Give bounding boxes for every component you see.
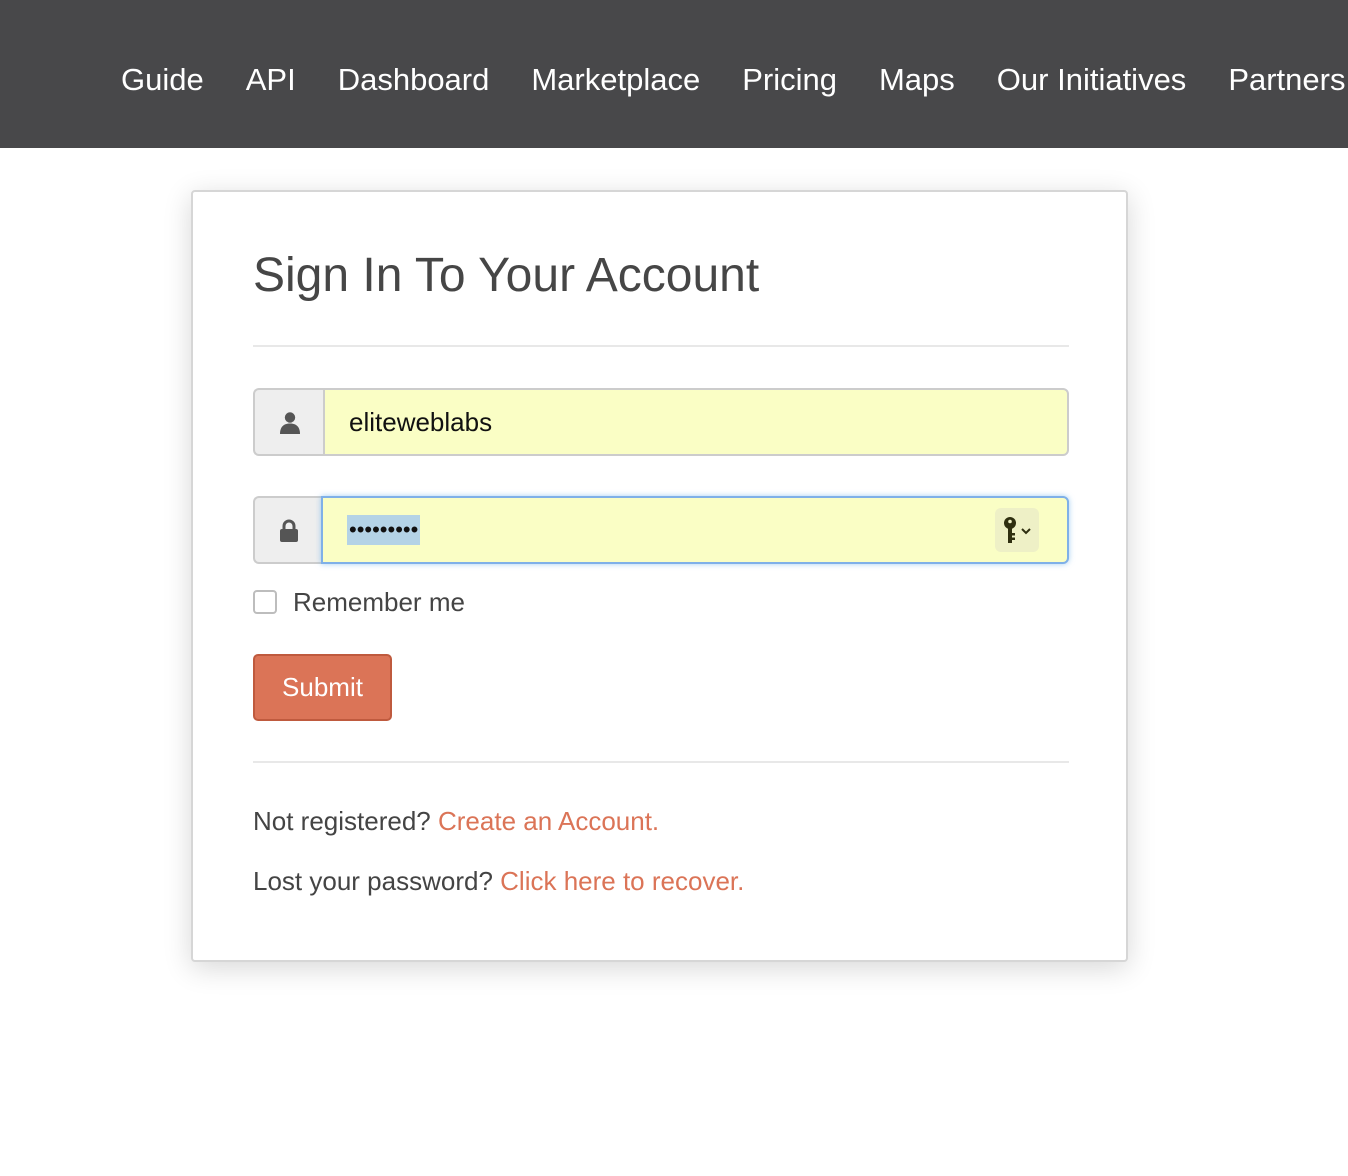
- remember-me-label[interactable]: Remember me: [293, 587, 465, 618]
- nav-item-our-initiatives[interactable]: Our Initiatives: [976, 0, 1208, 148]
- page-title: Sign In To Your Account: [253, 249, 760, 302]
- password-manager-button[interactable]: [995, 508, 1039, 552]
- password-field[interactable]: •••••••••: [321, 496, 1069, 564]
- form-divider: [253, 761, 1069, 763]
- lock-icon: [280, 519, 298, 542]
- username-input-group: [253, 388, 1069, 456]
- password-masked-value: •••••••••: [347, 515, 421, 545]
- title-divider: [253, 345, 1069, 347]
- password-addon: [253, 496, 323, 564]
- nav-item-partners[interactable]: Partners: [1207, 0, 1348, 148]
- username-addon: [253, 388, 323, 456]
- sign-in-card: Sign In To Your Account •••••••••: [191, 190, 1128, 962]
- password-input-group: •••••••••: [253, 496, 1069, 564]
- register-line: Not registered? Create an Account.: [253, 806, 659, 837]
- create-account-link[interactable]: Create an Account.: [438, 806, 659, 836]
- recover-line: Lost your password? Click here to recove…: [253, 866, 744, 897]
- register-prompt: Not registered?: [253, 806, 431, 836]
- key-icon: [1004, 517, 1031, 543]
- nav-item-api[interactable]: API: [225, 0, 317, 148]
- recover-prompt: Lost your password?: [253, 866, 493, 896]
- nav-item-marketplace[interactable]: Marketplace: [510, 0, 721, 148]
- remember-me-checkbox[interactable]: [253, 590, 277, 614]
- user-icon: [280, 412, 300, 434]
- top-navigation-bar: Guide API Dashboard Marketplace Pricing Maps O…: [0, 0, 1348, 148]
- nav-item-dashboard[interactable]: Dashboard: [317, 0, 511, 148]
- nav-item-pricing[interactable]: Pricing: [721, 0, 858, 148]
- username-field[interactable]: [323, 388, 1069, 456]
- submit-button[interactable]: Submit: [253, 654, 392, 721]
- nav-item-maps[interactable]: Maps: [858, 0, 976, 148]
- nav-menu: Guide API Dashboard Marketplace Pricing Maps O…: [100, 0, 1348, 148]
- nav-item-guide[interactable]: Guide: [100, 0, 225, 148]
- recover-password-link[interactable]: Click here to recover.: [500, 866, 744, 896]
